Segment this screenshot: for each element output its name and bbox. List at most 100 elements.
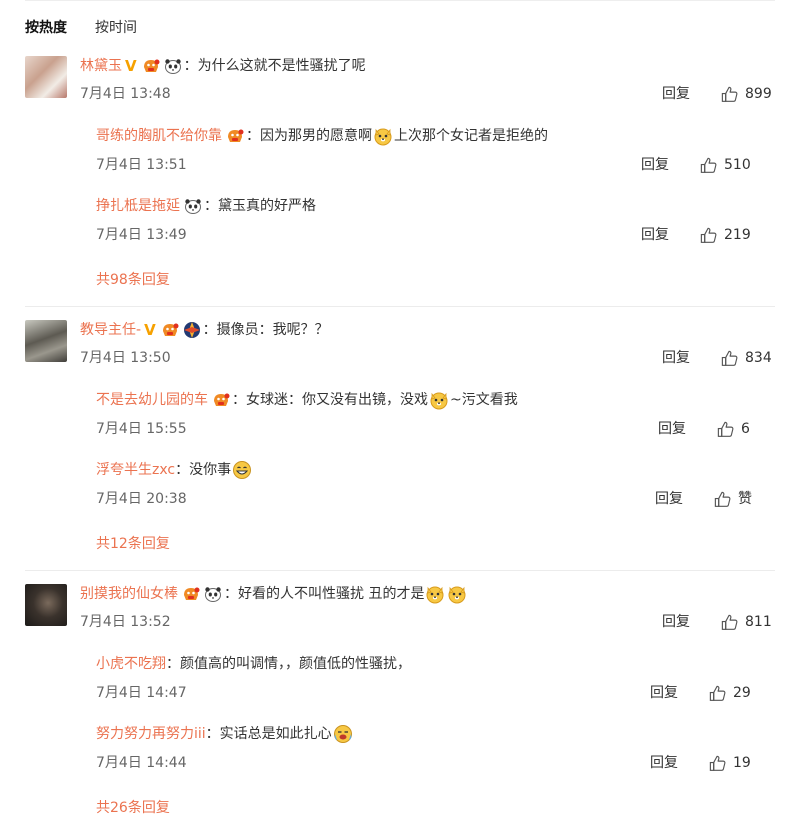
reply-time: 7月4日 13:49 (96, 227, 187, 243)
reply-line: 哥练的胸肌不给你靠 ：因为那男的愿意啊 上次那个女记者是拒绝的 (96, 126, 548, 146)
fan-badge-icon (226, 128, 244, 144)
reply-button[interactable]: 回复 (655, 489, 683, 509)
like-count: 811 (745, 614, 772, 630)
reply-username[interactable]: 努力努力再努力iii (96, 724, 206, 744)
reply-line: 浮夸半生zxc ：没你事 (96, 460, 253, 480)
comment-time: 7月4日 13:52 (80, 614, 171, 630)
panda-icon (164, 58, 182, 74)
avatar[interactable] (25, 320, 67, 362)
like-count: 834 (745, 350, 772, 366)
reply-username[interactable]: 哥练的胸肌不给你靠 (96, 126, 222, 146)
fan-badge-icon (142, 58, 160, 74)
sort-tabs: 按热度 按时间 (25, 18, 137, 38)
reply-time: 7月4日 15:55 (96, 421, 187, 437)
thumbs-up-icon (713, 490, 732, 509)
like-button[interactable]: 219 (699, 225, 751, 245)
reply-time: 7月4日 14:44 (96, 755, 187, 771)
reply-username[interactable]: 挣扎柢是拖延 (96, 196, 180, 216)
like-button[interactable]: 19 (708, 753, 751, 773)
like-count: 899 (745, 86, 772, 102)
like-button[interactable]: 834 (720, 348, 772, 368)
reply-button[interactable]: 回复 (650, 683, 678, 703)
more-replies-link[interactable]: 共98条回复 (96, 270, 170, 290)
fan-badge-icon (182, 586, 200, 602)
thumbs-up-icon (708, 684, 727, 703)
like-button[interactable]: 510 (699, 155, 751, 175)
thumbs-up-icon (720, 85, 739, 104)
like-count: 29 (733, 685, 751, 701)
like-count: 219 (724, 227, 751, 243)
reply-button[interactable]: 回复 (641, 225, 669, 245)
like-count: 赞 (738, 491, 752, 507)
verified-v-icon: V (125, 57, 137, 75)
reply-button[interactable]: 回复 (662, 348, 690, 368)
thumbs-up-icon (708, 754, 727, 773)
reply-username[interactable]: 小虎不吃翔 (96, 654, 166, 674)
dog-emoji-icon (429, 390, 449, 410)
grin-emoji-icon (232, 460, 252, 480)
comment-text: 好看的人不叫性骚扰 丑的才是 (238, 586, 425, 602)
comment-line: 教导主任- V ：摄像员：我呢？？ (80, 320, 329, 340)
thumbs-up-icon (720, 613, 739, 632)
reply-text: 颜值高的叫调情，，颜值低的性骚扰， (180, 656, 411, 672)
reply-button[interactable]: 回复 (662, 84, 690, 104)
reply-button[interactable]: 回复 (650, 753, 678, 773)
dog-emoji-icon (373, 126, 393, 146)
thumbs-up-icon (699, 226, 718, 245)
fan-badge-icon (161, 322, 179, 338)
reply-line: 挣扎柢是拖延 ：黛玉真的好严格 (96, 196, 316, 216)
username[interactable]: 林黛玉 (80, 56, 122, 76)
like-button[interactable]: 899 (720, 84, 772, 104)
reply-line: 不是去幼儿园的车 ：女球迷：你又没有出镜，没戏 ~污文看我 (96, 390, 518, 410)
reply-text: 实话总是如此扎心 (219, 726, 332, 742)
reply-text: 女球迷：你又没有出镜，没戏 (246, 392, 428, 408)
more-replies-link[interactable]: 共26条回复 (96, 798, 170, 818)
reply-username[interactable]: 不是去幼儿园的车 (96, 390, 208, 410)
like-button[interactable]: 赞 (713, 489, 752, 509)
panda-icon (204, 586, 222, 602)
comment-text: 为什么这就不是性骚扰了呢 (197, 58, 366, 74)
top-divider (25, 0, 775, 1)
reply-text: ~污文看我 (450, 392, 518, 408)
like-button[interactable]: 6 (716, 419, 750, 439)
more-replies-link[interactable]: 共12条回复 (96, 534, 170, 554)
reply-text: 黛玉真的好严格 (218, 198, 316, 214)
reply-button[interactable]: 回复 (662, 612, 690, 632)
avatar[interactable] (25, 56, 67, 98)
comment-line: 林黛玉 V ：为什么这就不是性骚扰了呢 (80, 56, 366, 76)
like-count: 19 (733, 755, 751, 771)
dog-emoji-icon (447, 584, 467, 604)
comment-time: 7月4日 13:48 (80, 86, 171, 102)
verified-v-icon: V (144, 321, 156, 339)
crying-emoji-icon (333, 724, 353, 744)
thumbs-up-icon (720, 349, 739, 368)
reply-text: 因为那男的愿意啊 (260, 128, 372, 144)
reply-time: 7月4日 14:47 (96, 685, 187, 701)
thumbs-up-icon (716, 420, 735, 439)
reply-username[interactable]: 浮夸半生zxc (96, 460, 175, 480)
reply-time: 7月4日 13:51 (96, 157, 187, 173)
reply-text: 没你事 (189, 462, 232, 478)
reply-text: 上次那个女记者是拒绝的 (394, 128, 548, 144)
thread-divider (25, 306, 775, 307)
thread-divider (25, 570, 775, 571)
like-count: 6 (741, 421, 750, 437)
like-count: 510 (724, 157, 751, 173)
comment-line: 别摸我的仙女棒 ：好看的人不叫性骚扰 丑的才是 (80, 584, 468, 604)
reply-line: 小虎不吃翔 ：颜值高的叫调情，，颜值低的性骚扰， (96, 654, 411, 674)
username[interactable]: 教导主任- (80, 320, 141, 340)
dog-emoji-icon (425, 584, 445, 604)
like-button[interactable]: 811 (720, 612, 772, 632)
username[interactable]: 别摸我的仙女棒 (80, 584, 178, 604)
like-button[interactable]: 29 (708, 683, 751, 703)
tab-time[interactable]: 按时间 (95, 18, 137, 38)
reply-button[interactable]: 回复 (641, 155, 669, 175)
comment-text: 摄像员：我呢？？ (216, 322, 329, 338)
reply-time: 7月4日 20:38 (96, 491, 187, 507)
tab-hot[interactable]: 按热度 (25, 18, 67, 38)
reply-line: 努力努力再努力iii ：实话总是如此扎心 (96, 724, 354, 744)
sport-badge-icon (183, 322, 201, 338)
avatar[interactable] (25, 584, 67, 626)
thumbs-up-icon (699, 156, 718, 175)
reply-button[interactable]: 回复 (658, 419, 686, 439)
